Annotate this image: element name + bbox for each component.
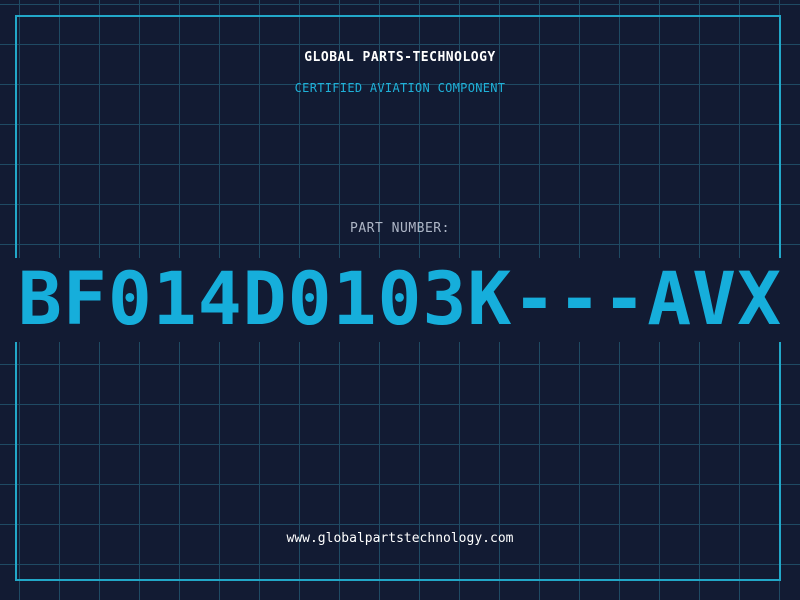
website-link[interactable]: www.globalpartstechnology.com <box>0 531 800 546</box>
part-number-value: BF014D0103K---AVX <box>0 258 800 342</box>
certificate-card: GLOBAL PARTS-TECHNOLOGY CERTIFIED AVIATI… <box>0 0 800 600</box>
company-name: GLOBAL PARTS-TECHNOLOGY <box>304 50 496 65</box>
part-number-label: PART NUMBER: <box>350 221 450 236</box>
certification-tagline: CERTIFIED AVIATION COMPONENT <box>294 81 506 95</box>
